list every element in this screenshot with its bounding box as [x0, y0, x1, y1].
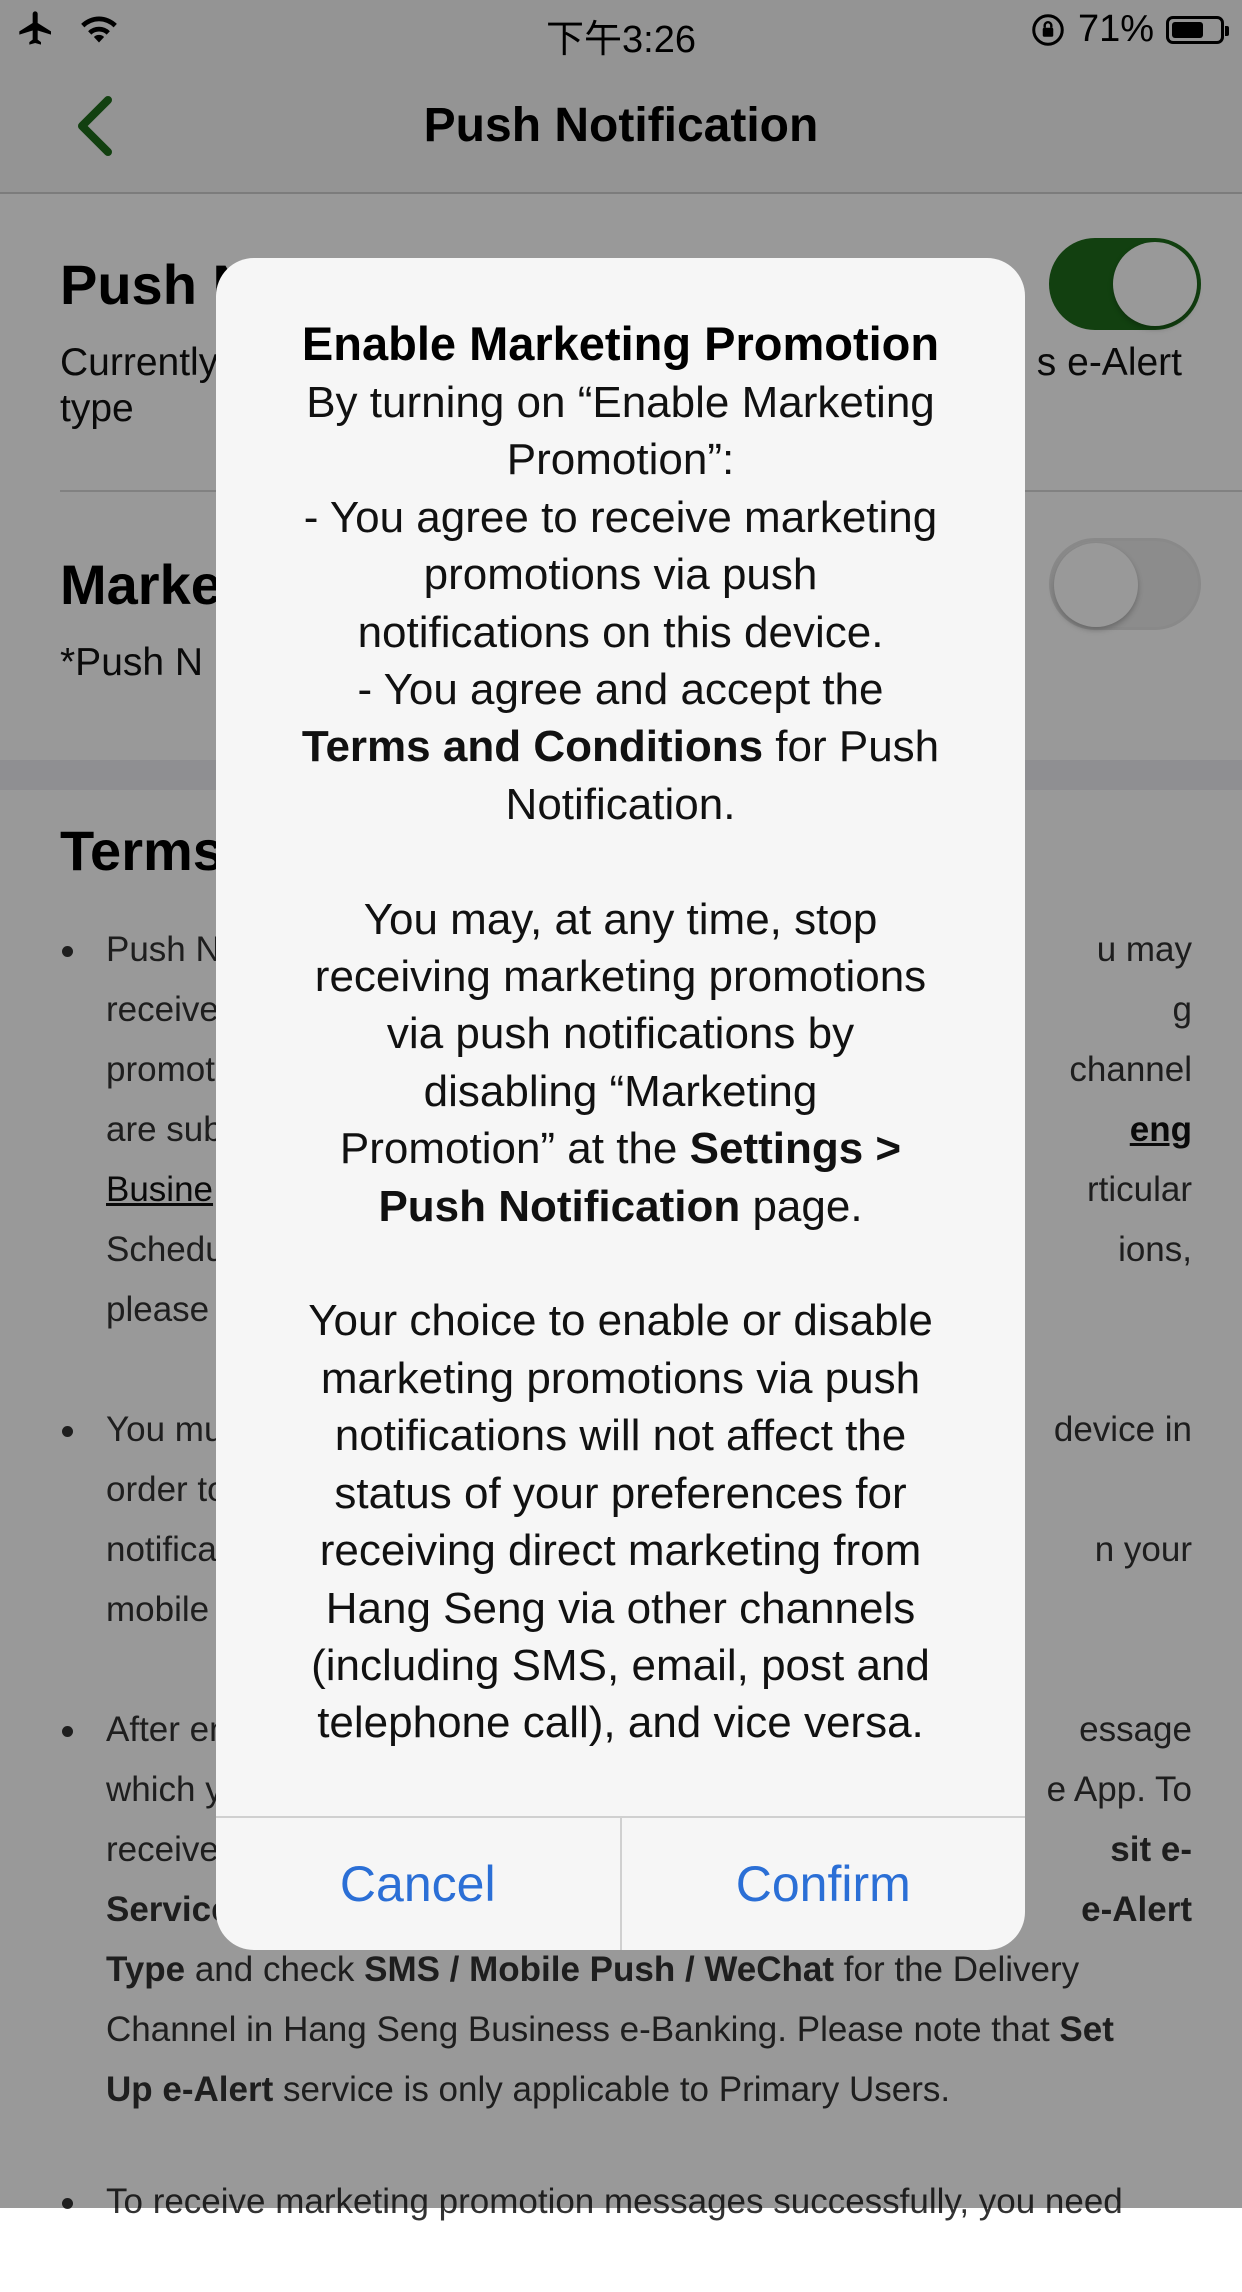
alert-line: promotions via push	[423, 550, 818, 600]
alert-line: Promotion” at the Settings >	[260, 1120, 981, 1177]
alert-line: Your choice to enable or disable	[308, 1296, 933, 1346]
alert-line: notifications on this device.	[357, 607, 884, 657]
alert-line: (including SMS, email, post and	[311, 1640, 930, 1690]
settings-path-text: Settings >	[689, 1124, 902, 1174]
marketing-promotion-alert: Enable Marketing Promotion By turning on…	[216, 258, 1025, 1950]
alert-line: marketing promotions via push	[320, 1353, 921, 1403]
cancel-button[interactable]: Cancel	[216, 1818, 620, 1950]
alert-body: Enable Marketing Promotion By turning on…	[216, 316, 1025, 1752]
alert-line: - You agree and accept the	[357, 665, 884, 715]
app-screen: 下午3:26 71% Push Notification Push N Curr…	[0, 0, 1242, 2221]
alert-line: status of your preferences for	[334, 1468, 907, 1518]
alert-line: You may, at any time, stop	[363, 894, 878, 944]
alert-line: notifications will not affect the	[334, 1411, 907, 1461]
alert-line: Promotion”:	[506, 435, 735, 485]
settings-path-text: Push Notification	[378, 1181, 741, 1231]
alert-line: Push Notification page.	[260, 1178, 981, 1235]
alert-line: Notification.	[505, 779, 736, 829]
alert-line-part: page.	[740, 1181, 863, 1231]
alert-line: Terms and Conditions for Push	[260, 718, 981, 775]
alert-line: receiving direct marketing from	[319, 1526, 922, 1576]
alert-line-part: Promotion” at the	[339, 1124, 690, 1174]
confirm-button[interactable]: Confirm	[619, 1818, 1026, 1950]
alert-line: disabling “Marketing	[423, 1066, 818, 1116]
alert-line: By turning on “Enable Marketing	[306, 378, 935, 427]
alert-title: Enable Marketing Promotion	[301, 317, 940, 370]
alert-line: Hang Seng via other channels	[325, 1583, 916, 1633]
alert-line: via push notifications by	[386, 1009, 855, 1059]
alert-line: - You agree to receive marketing	[303, 492, 938, 542]
alert-actions: Cancel Confirm	[216, 1816, 1025, 1950]
alert-line-part: for Push	[763, 722, 940, 772]
alert-message: By turning on “Enable Marketing Promotio…	[260, 374, 981, 1752]
alert-line: receiving marketing promotions	[314, 952, 927, 1002]
terms-and-conditions-text: Terms and Conditions	[301, 722, 764, 772]
alert-line: telephone call), and vice versa.	[317, 1698, 924, 1748]
